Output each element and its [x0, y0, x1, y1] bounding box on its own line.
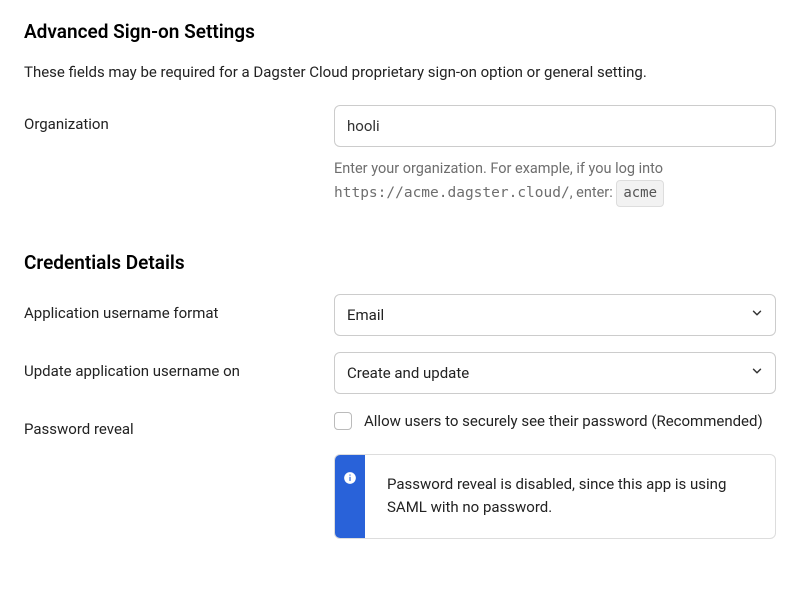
- update-username-label: Update application username on: [24, 352, 334, 380]
- password-reveal-label: Password reveal: [24, 410, 334, 438]
- advanced-signon-description: These fields may be required for a Dagst…: [24, 63, 776, 81]
- username-format-label: Application username format: [24, 294, 334, 322]
- update-username-select[interactable]: Create and update: [334, 352, 776, 394]
- advanced-signon-heading: Advanced Sign-on Settings: [24, 20, 776, 43]
- organization-helper-chip: acme: [616, 180, 664, 206]
- organization-helper: Enter your organization. For example, if…: [334, 157, 776, 207]
- password-reveal-checkbox[interactable]: [334, 412, 352, 430]
- update-username-value: Create and update: [347, 364, 469, 382]
- credentials-details-heading: Credentials Details: [24, 251, 776, 274]
- password-reveal-info-text: Password reveal is disabled, since this …: [365, 455, 775, 538]
- password-reveal-checkbox-label: Allow users to securely see their passwo…: [364, 410, 763, 433]
- organization-helper-mid: , enter:: [570, 184, 617, 201]
- username-format-select[interactable]: Email: [334, 294, 776, 336]
- organization-input[interactable]: [334, 105, 776, 147]
- organization-label: Organization: [24, 105, 334, 133]
- password-reveal-info: Password reveal is disabled, since this …: [334, 454, 776, 539]
- info-icon: [343, 471, 357, 489]
- info-stripe: [335, 455, 365, 538]
- organization-helper-prefix: Enter your organization. For example, if…: [334, 160, 663, 177]
- organization-helper-url: https://acme.dagster.cloud/: [334, 185, 570, 201]
- username-format-value: Email: [347, 306, 384, 324]
